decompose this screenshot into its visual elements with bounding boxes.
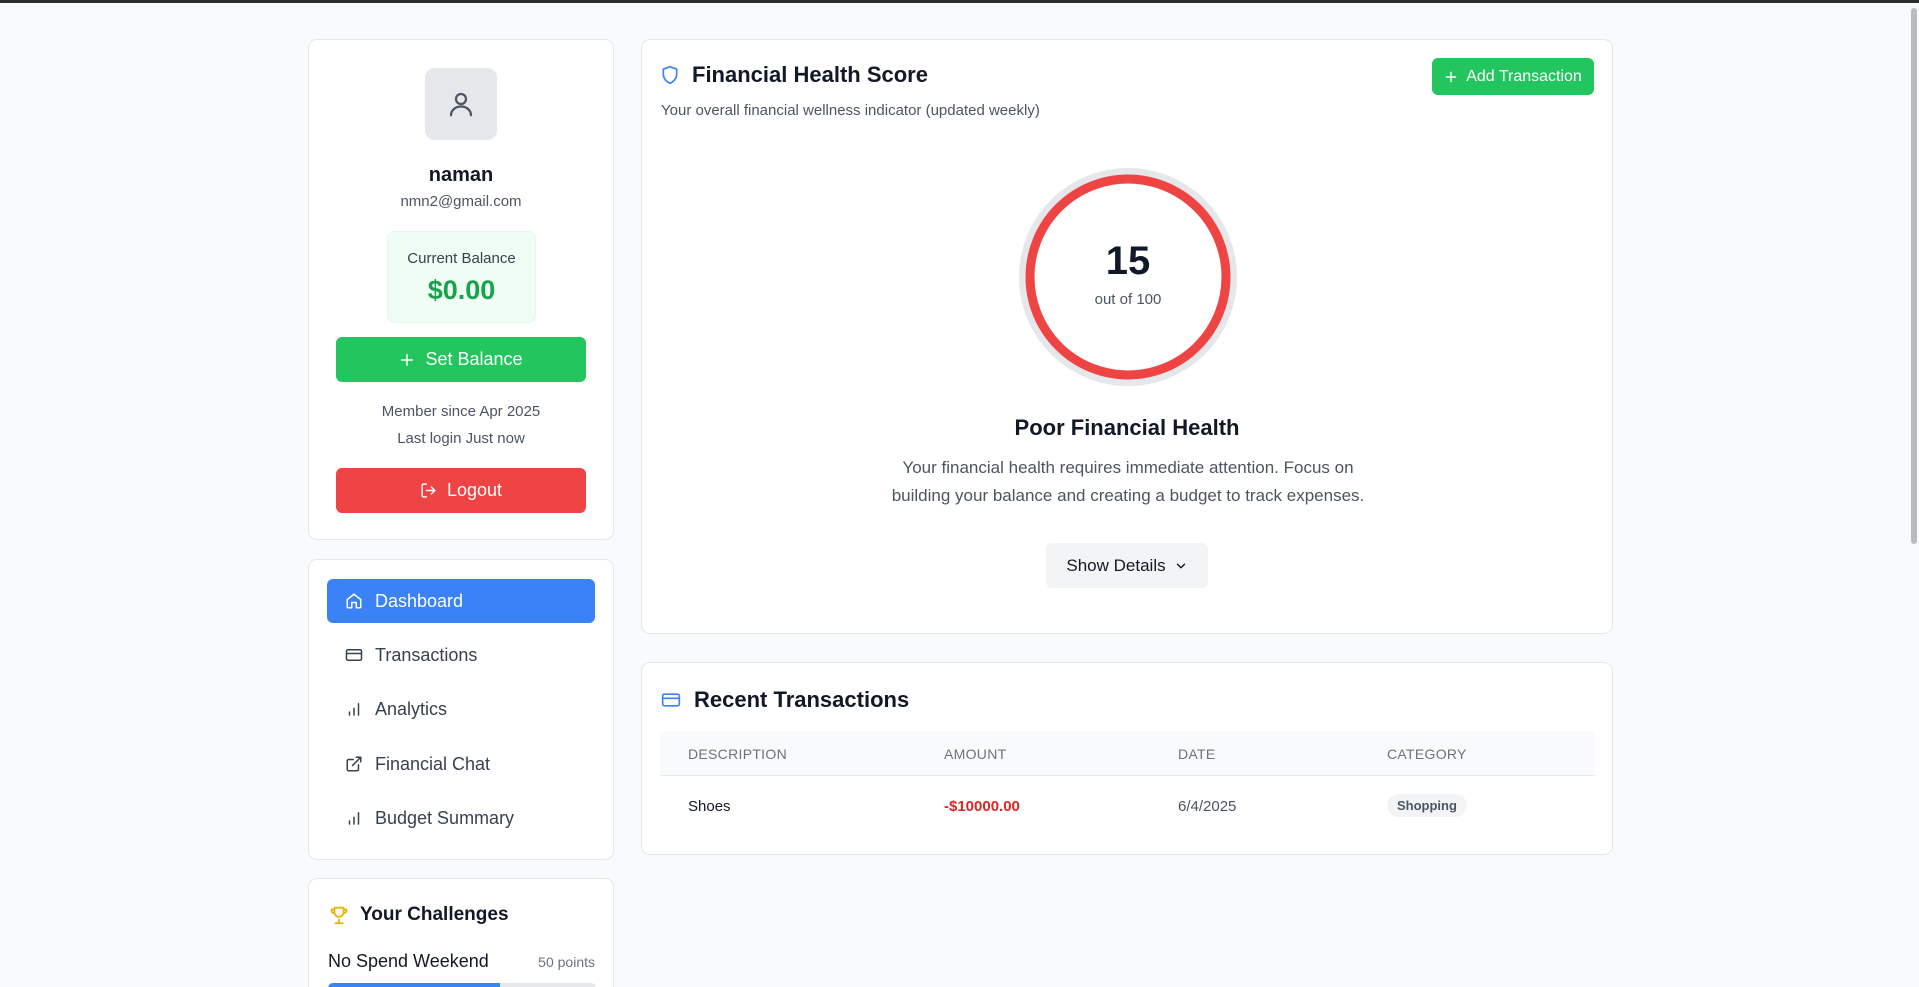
- home-icon: [346, 593, 362, 609]
- balance-value: $0.00: [427, 275, 496, 305]
- scrollbar-thumb[interactable]: [1911, 8, 1917, 544]
- add-transaction-label: Add Transaction: [1466, 67, 1582, 85]
- user-name: naman: [428, 164, 494, 186]
- transactions-title: Recent Transactions: [660, 687, 909, 713]
- sidebar-item-label: Transactions: [375, 644, 478, 665]
- challenge-name: No Spend Weekend: [328, 951, 489, 971]
- bar-chart-icon: [348, 812, 360, 825]
- transactions-title-text: Recent Transactions: [694, 687, 910, 712]
- member-since: Member since Apr 2025: [381, 403, 541, 420]
- show-details-label: Show Details: [1066, 555, 1166, 575]
- user-email: nmn2@gmail.com: [400, 193, 522, 210]
- transaction-date: 6/4/2025: [1178, 798, 1237, 815]
- column-header-date: DATE: [1178, 746, 1216, 762]
- logout-icon: [421, 483, 436, 498]
- sidebar-item-dashboard[interactable]: Dashboard: [327, 579, 595, 623]
- external-link-icon: [346, 756, 362, 772]
- logout-button[interactable]: Logout: [336, 468, 586, 513]
- browser-top-border: [0, 0, 1919, 3]
- table-header: DESCRIPTION AMOUNT DATE CATEGORY: [660, 731, 1595, 776]
- column-header-description: DESCRIPTION: [688, 746, 787, 762]
- bar-chart-icon: [348, 703, 360, 716]
- sidebar-item-label: Budget Summary: [375, 807, 515, 828]
- sidebar-item-financial-chat[interactable]: Financial Chat: [327, 742, 595, 786]
- table-row[interactable]: Shoes -$10000.00 6/4/2025 Shopping: [660, 776, 1595, 838]
- column-header-amount: AMOUNT: [944, 746, 1007, 762]
- set-balance-label: Set Balance: [425, 349, 523, 369]
- show-details-button[interactable]: Show Details: [1046, 543, 1208, 588]
- transaction-amount: -$10000.00: [944, 798, 1020, 815]
- avatar: [425, 68, 497, 140]
- health-title: Financial Health Score: [660, 62, 928, 88]
- chevron-down-icon: [1176, 563, 1185, 568]
- shield-icon: [662, 65, 678, 85]
- challenges-title: Your Challenges: [328, 904, 509, 926]
- user-icon: [449, 92, 473, 117]
- sidebar-item-label: Financial Chat: [375, 753, 491, 774]
- category-badge: Shopping: [1387, 794, 1467, 817]
- set-balance-button[interactable]: Set Balance: [336, 337, 586, 382]
- last-login: Last login Just now: [397, 430, 525, 447]
- challenges-card: Your Challenges No Spend Weekend 50 poin…: [308, 878, 614, 987]
- transactions-table: DESCRIPTION AMOUNT DATE CATEGORY Shoes -…: [660, 731, 1595, 838]
- challenge-progress-bar: [328, 983, 596, 987]
- column-header-category: CATEGORY: [1387, 746, 1467, 762]
- health-score-gauge: 15 out of 100: [1018, 167, 1238, 387]
- balance-box: Current Balance $0.00: [387, 231, 536, 323]
- sidebar-item-label: Dashboard: [375, 590, 464, 611]
- balance-label: Current Balance: [407, 250, 516, 267]
- health-title-text: Financial Health Score: [692, 62, 928, 87]
- add-transaction-button[interactable]: Add Transaction: [1432, 58, 1594, 95]
- challenge-progress-fill: [328, 983, 500, 987]
- recent-transactions-card: Recent Transactions DESCRIPTION AMOUNT D…: [641, 662, 1613, 855]
- health-subtitle: Your overall financial wellness indicato…: [661, 102, 1040, 119]
- sidebar-item-transactions[interactable]: Transactions: [327, 633, 595, 677]
- financial-health-card: Financial Health Score Your overall fina…: [641, 39, 1613, 634]
- sidebar-item-budget-summary[interactable]: Budget Summary: [327, 796, 595, 840]
- transaction-description: Shoes: [688, 798, 731, 815]
- profile-card: naman nmn2@gmail.com Current Balance $0.…: [308, 39, 614, 540]
- health-description: Your financial health requires immediate…: [891, 458, 1365, 505]
- sidebar-item-analytics[interactable]: Analytics: [327, 687, 595, 731]
- plus-icon: [401, 353, 414, 366]
- credit-card-icon: [661, 693, 681, 707]
- health-status: Poor Financial Health: [1014, 415, 1240, 440]
- credit-card-icon: [345, 649, 363, 661]
- plus-icon: [1445, 71, 1457, 82]
- logout-label: Logout: [446, 480, 503, 500]
- health-score-value: 15: [1105, 239, 1151, 283]
- sidebar-nav: Dashboard Transactions Analytics Financi…: [308, 559, 614, 860]
- challenges-title-text: Your Challenges: [360, 904, 509, 925]
- health-score-suffix: out of 100: [1094, 291, 1162, 308]
- challenge-points: 50 points: [538, 954, 595, 970]
- sidebar-item-label: Analytics: [375, 698, 448, 719]
- trophy-icon: [330, 906, 348, 925]
